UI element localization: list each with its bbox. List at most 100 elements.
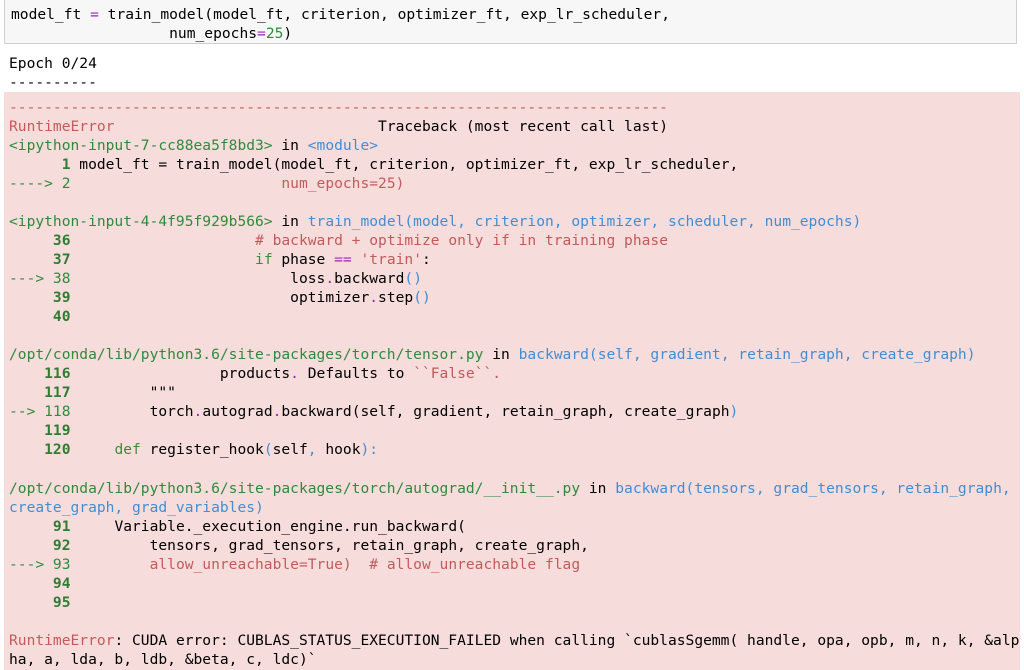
frame-header: /opt/conda/lib/python3.6/site-packages/t… xyxy=(9,479,1011,498)
code-text: model_ft xyxy=(11,6,91,23)
line-number: 119 xyxy=(9,422,71,439)
frame-header: <ipython-input-4-4f95f929b566> in train_… xyxy=(9,212,861,231)
frame-line: 119 xyxy=(9,421,71,440)
line-code: autograd xyxy=(202,403,273,420)
frame-line: 117 """ xyxy=(9,383,176,402)
frame-function-continued: create_graph, grad_variables) xyxy=(9,499,264,516)
line-code: """ xyxy=(70,384,176,401)
stdout-line: Epoch 0/24 xyxy=(9,55,97,72)
string: 'train' xyxy=(351,251,422,268)
final-error-line: RuntimeError: CUDA error: CUBLAS_STATUS_… xyxy=(9,631,1019,650)
stdout-line: ---------- xyxy=(9,74,97,91)
line-code: phase xyxy=(272,251,335,268)
line-arrow: ---> 38 xyxy=(9,270,71,287)
stdout-output: Epoch 0/24 ---------- xyxy=(9,54,97,92)
line-number: 36 xyxy=(9,232,71,249)
line-arrow: ----> 2 xyxy=(9,175,71,192)
frame-line: 95 xyxy=(9,593,71,612)
frame-in: in xyxy=(580,480,616,497)
frame-in: in xyxy=(483,346,519,363)
code-text: num_epochs xyxy=(11,25,258,42)
string: ``False``. xyxy=(413,365,502,382)
frame-header: /opt/conda/lib/python3.6/site-packages/t… xyxy=(9,345,976,364)
paren: ): xyxy=(360,441,379,458)
traceback-title: Traceback (most recent call last) xyxy=(378,118,668,135)
line-arrow: --> 118 xyxy=(9,403,71,420)
error-output: ----------------------------------------… xyxy=(4,92,1020,670)
line-code: Defaults to xyxy=(298,365,414,382)
line-code: backward(self, gradient, retain_graph, c… xyxy=(281,403,730,420)
frame-line-current: ---> 38 loss.backward() xyxy=(9,269,422,288)
operator: == xyxy=(334,251,352,268)
frame-line: 92 tensors, grad_tensors, retain_graph, … xyxy=(9,536,589,555)
traceback-separator: ----------------------------------------… xyxy=(9,99,668,116)
frame-line: 36 # backward + optimize only if in trai… xyxy=(9,231,668,250)
code-input-cell[interactable]: model_ft = train_model(model_ft, criteri… xyxy=(4,0,1017,44)
line-code: step xyxy=(378,289,414,306)
line-number: 116 xyxy=(9,365,71,382)
line-number: 37 xyxy=(9,251,71,268)
frame-line: 120 def register_hook(self, hook): xyxy=(9,440,378,459)
frame-line-current: ---> 93 allow_unreachable=True) # allow_… xyxy=(9,555,580,574)
line-code: optimizer xyxy=(70,289,370,306)
frame-in: in xyxy=(272,137,308,154)
code-operator: = xyxy=(90,6,99,23)
paren: () xyxy=(404,270,422,287)
operator: . xyxy=(325,270,335,287)
paren: () xyxy=(413,289,431,306)
frame-line: 37 if phase == 'train': xyxy=(9,250,431,269)
frame-function: <module> xyxy=(307,137,379,154)
line-code: self xyxy=(272,441,308,458)
line-code: model_ft = train_model(model_ft, criteri… xyxy=(70,156,739,173)
line-number: 40 xyxy=(9,308,71,325)
frame-location: <ipython-input-7-cc88ea5f8bd3> xyxy=(9,137,273,154)
line-code: products xyxy=(70,365,291,382)
frame-location: <ipython-input-4-4f95f929b566> xyxy=(9,213,273,230)
line-number: 39 xyxy=(9,289,71,306)
code-text: ) xyxy=(283,25,293,42)
line-number: 1 xyxy=(9,156,71,173)
line-code: torch xyxy=(70,403,194,420)
keyword: if xyxy=(255,251,273,268)
line-number: 95 xyxy=(9,594,71,611)
error-name: RuntimeError xyxy=(9,632,115,649)
final-error-line: ha, a, lda, b, ldb, &beta, c, ldc)` xyxy=(9,651,317,668)
keyword: def xyxy=(114,441,141,458)
line-code: : xyxy=(422,251,431,268)
line-arrow: ---> 93 xyxy=(9,556,71,573)
line-number: 92 xyxy=(9,537,71,554)
frame-line: 40 xyxy=(9,307,71,326)
code-operator: = xyxy=(257,25,266,42)
line-code: hook xyxy=(316,441,361,458)
frame-line: 116 products. Defaults to ``False``. xyxy=(9,364,501,383)
frame-in: in xyxy=(272,213,308,230)
line-code: register_hook xyxy=(140,441,264,458)
error-name: RuntimeError xyxy=(9,118,115,135)
code-line-2: num_epochs=25) xyxy=(11,24,292,43)
frame-function: backward(tensors, grad_tensors, retain_g… xyxy=(615,480,1011,497)
line-code: allow_unreachable=True) # allow_unreacha… xyxy=(70,556,581,573)
line-number: 117 xyxy=(9,384,71,401)
error-message: : CUDA error: CUBLAS_STATUS_EXECUTION_FA… xyxy=(114,632,1020,649)
frame-location: /opt/conda/lib/python3.6/site-packages/t… xyxy=(9,346,484,363)
code-number: 25 xyxy=(265,25,284,42)
operator: . xyxy=(193,403,203,420)
code-line-1: model_ft = train_model(model_ft, criteri… xyxy=(11,5,670,24)
paren: ( xyxy=(263,441,273,458)
frame-line-current: --> 118 torch.autograd.backward(self, gr… xyxy=(9,402,738,421)
operator: . xyxy=(290,365,299,382)
line-number: 120 xyxy=(9,441,71,458)
line-code: loss xyxy=(70,270,326,287)
frame-line: 94 xyxy=(9,574,71,593)
frame-function: train_model(model, criterion, optimizer,… xyxy=(307,213,862,230)
line-code: # backward + optimize only if in trainin… xyxy=(70,232,668,249)
line-code: tensors, grad_tensors, retain_graph, cre… xyxy=(70,537,589,554)
frame-line: 39 optimizer.step() xyxy=(9,288,431,307)
frame-header: <ipython-input-7-cc88ea5f8bd3> in <modul… xyxy=(9,136,378,155)
line-number: 91 xyxy=(9,518,71,535)
frame-line: 1 model_ft = train_model(model_ft, crite… xyxy=(9,155,739,174)
line-number: 94 xyxy=(9,575,71,592)
